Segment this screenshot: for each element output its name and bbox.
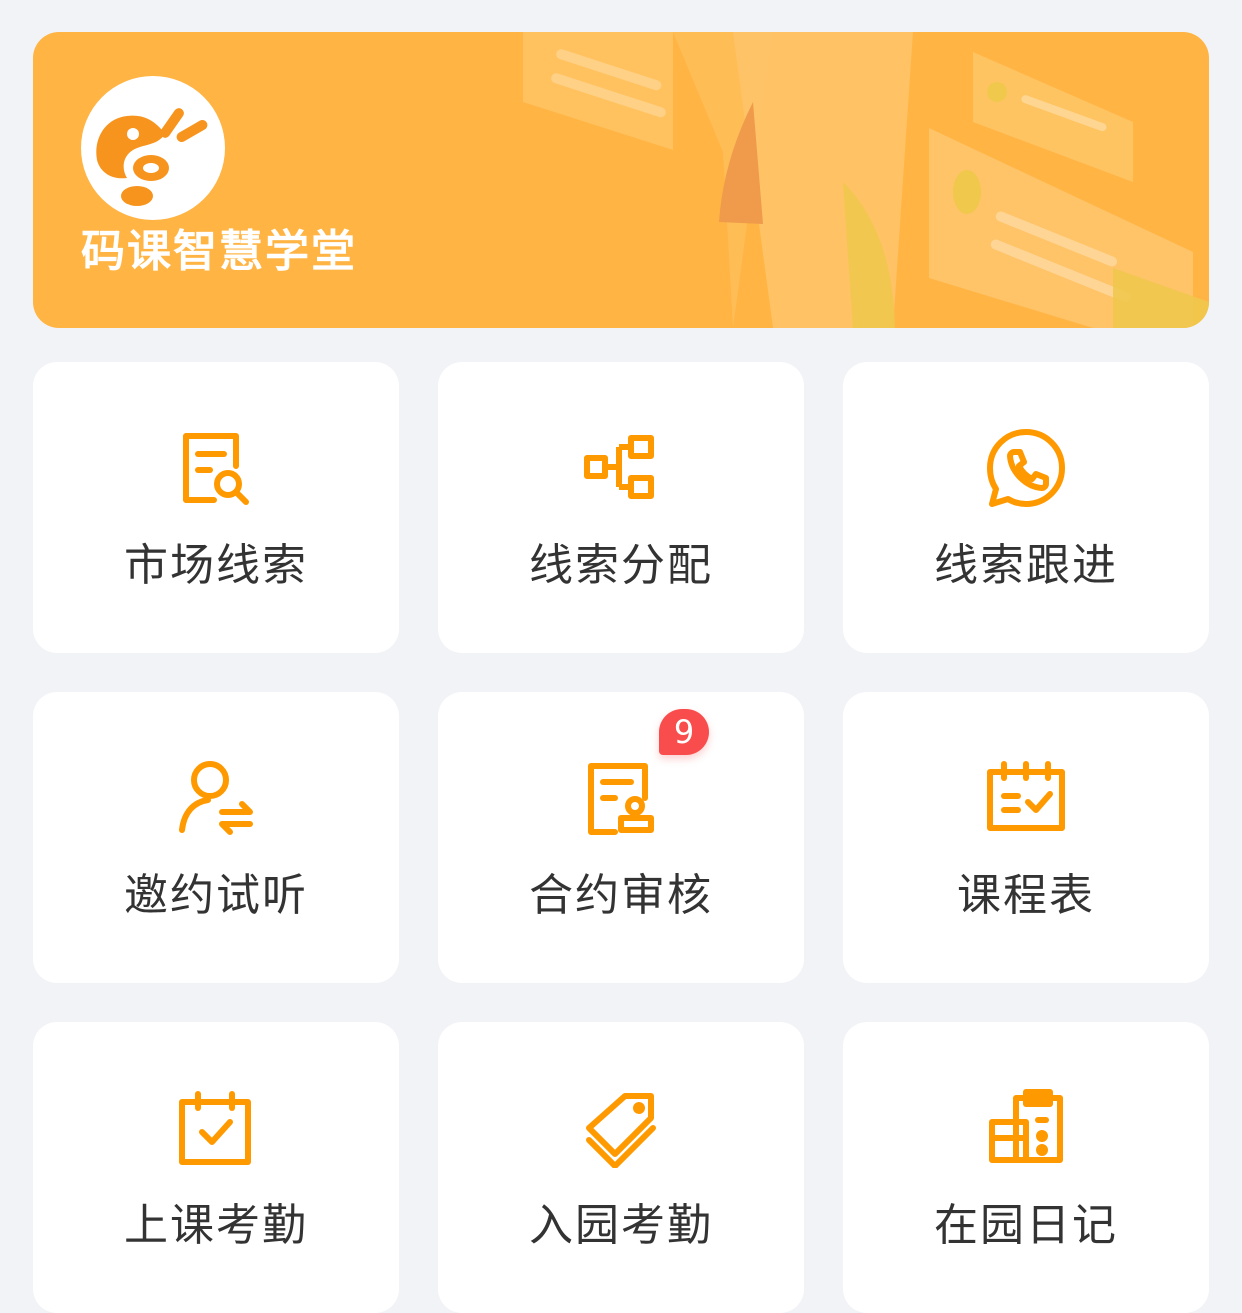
school-name: 码课智慧学堂 bbox=[81, 226, 357, 277]
contract-stamp-icon bbox=[581, 758, 661, 838]
notification-badge: 9 bbox=[659, 709, 709, 755]
menu-item-contract-review[interactable]: 合约审核 9 bbox=[438, 692, 804, 983]
menu-item-entry-attendance[interactable]: 入园考勤 bbox=[438, 1022, 804, 1313]
tag-stack-icon bbox=[581, 1088, 661, 1168]
hierarchy-icon bbox=[581, 428, 661, 508]
calendar-check-icon bbox=[176, 1088, 256, 1168]
menu-item-trial-invitation[interactable]: 邀约试听 bbox=[33, 692, 399, 983]
menu-item-timetable[interactable]: 课程表 bbox=[843, 692, 1209, 983]
menu-item-market-leads[interactable]: 市场线索 bbox=[33, 362, 399, 653]
menu-item-label: 线索跟进 bbox=[934, 540, 1118, 591]
menu-item-label: 上课考勤 bbox=[124, 1200, 308, 1251]
menu-item-label: 市场线索 bbox=[124, 540, 308, 591]
shrimp-logo-icon bbox=[96, 108, 208, 206]
document-search-icon bbox=[176, 428, 256, 508]
menu-item-lead-follow-up[interactable]: 线索跟进 bbox=[843, 362, 1209, 653]
menu-item-class-attendance[interactable]: 上课考勤 bbox=[33, 1022, 399, 1313]
menu-item-lead-assignment[interactable]: 线索分配 bbox=[438, 362, 804, 653]
menu-item-label: 合约审核 bbox=[529, 870, 713, 921]
menu-item-label: 线索分配 bbox=[529, 540, 713, 591]
school-logo bbox=[81, 76, 225, 220]
schedule-calendar-icon bbox=[986, 758, 1066, 838]
phone-chat-icon bbox=[986, 428, 1066, 508]
menu-item-label: 在园日记 bbox=[934, 1200, 1118, 1251]
school-banner: 码课智慧学堂 bbox=[33, 32, 1209, 328]
menu-item-label: 课程表 bbox=[957, 870, 1095, 921]
clipboard-diary-icon bbox=[986, 1088, 1066, 1168]
menu-item-label: 入园考勤 bbox=[529, 1200, 713, 1251]
menu-item-label: 邀约试听 bbox=[124, 870, 308, 921]
menu-item-daily-diary[interactable]: 在园日记 bbox=[843, 1022, 1209, 1313]
user-exchange-icon bbox=[176, 758, 256, 838]
